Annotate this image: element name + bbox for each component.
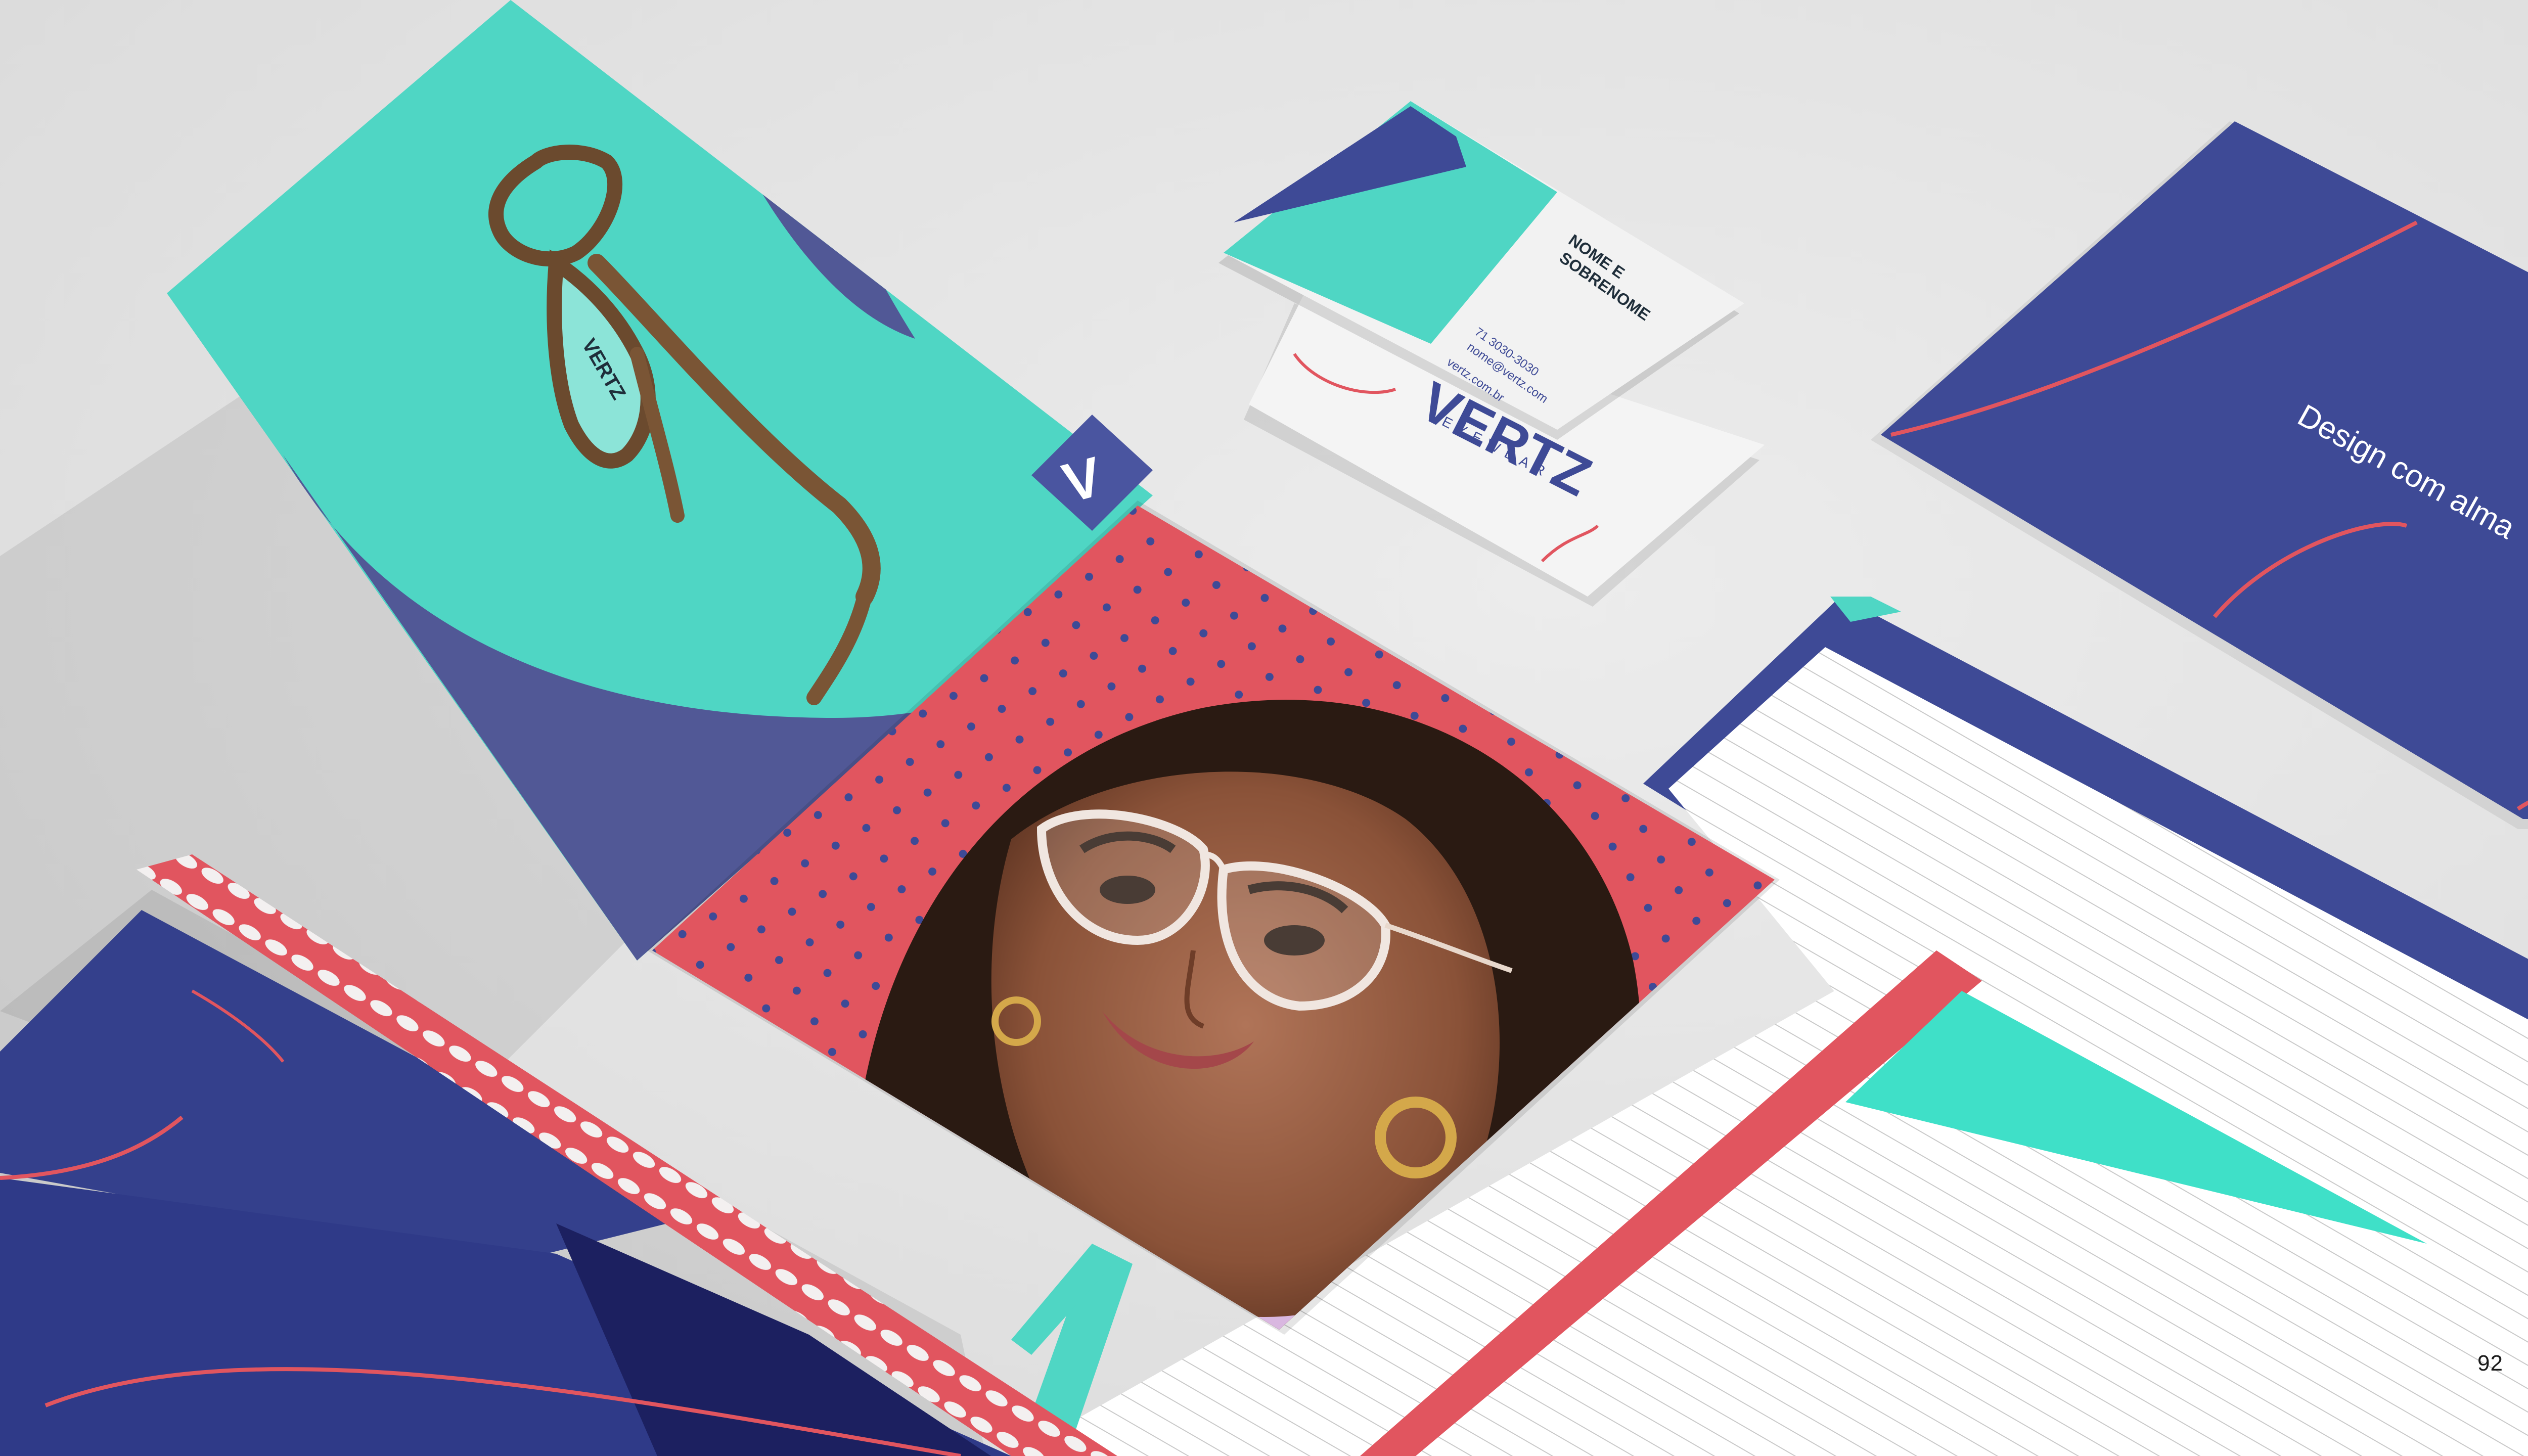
mockup-artwork: Design com alma V VERTZ VERTZ EYEWEAR NO…: [0, 0, 2528, 1456]
mockup-scene: Design com alma V VERTZ VERTZ EYEWEAR NO…: [0, 0, 2528, 1456]
page-number: 92: [2477, 1351, 2503, 1376]
